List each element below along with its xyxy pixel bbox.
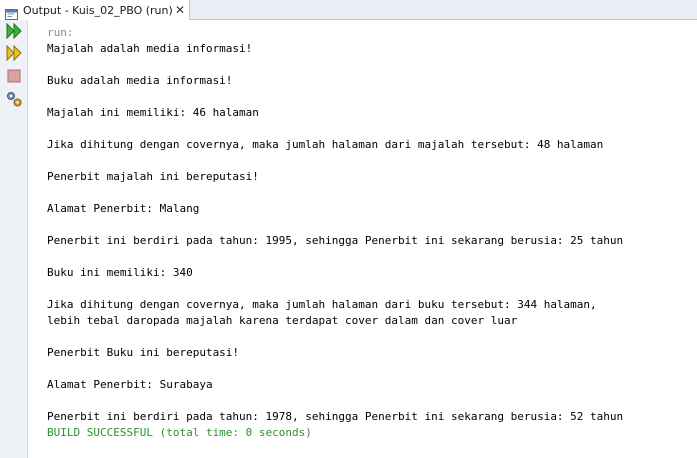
rerun-button[interactable] bbox=[5, 22, 23, 40]
rerun-with-options-button[interactable] bbox=[5, 44, 23, 62]
run-label: run: bbox=[47, 26, 74, 39]
tab-title: Output - Kuis_02_PBO (run) bbox=[23, 3, 173, 17]
console-line: Alamat Penerbit: Surabaya bbox=[47, 378, 213, 391]
stop-button[interactable] bbox=[5, 67, 23, 85]
stop-icon bbox=[5, 67, 23, 85]
settings-button[interactable] bbox=[5, 90, 23, 108]
build-status: BUILD SUCCESSFUL (total time: 0 seconds) bbox=[47, 426, 312, 439]
console-line: Penerbit ini berdiri pada tahun: 1978, s… bbox=[47, 410, 624, 423]
console-text: run: Majalah adalah media informasi! Buku … bbox=[47, 25, 623, 441]
output-window: Output - Kuis_02_PBO (run) ✕ run: Majala… bbox=[0, 0, 697, 458]
console-line: Penerbit majalah ini bereputasi! bbox=[47, 170, 259, 183]
console-line: Buku adalah media informasi! bbox=[47, 74, 233, 87]
console-line: Majalah ini memiliki: 46 halaman bbox=[47, 106, 259, 119]
output-toolbar bbox=[0, 20, 28, 458]
console-line: Buku ini memiliki: 340 bbox=[47, 266, 193, 279]
console-line: Penerbit Buku ini bereputasi! bbox=[47, 346, 240, 359]
rerun-icon bbox=[5, 22, 23, 40]
console-line: Alamat Penerbit: Malang bbox=[47, 202, 200, 215]
console-line: Jika dihitung dengan covernya, maka juml… bbox=[47, 298, 597, 311]
output-window-icon bbox=[5, 5, 18, 20]
console-line: Jika dihitung dengan covernya, maka juml… bbox=[47, 138, 604, 151]
close-icon[interactable]: ✕ bbox=[174, 3, 186, 17]
tab-output[interactable]: Output - Kuis_02_PBO (run) bbox=[0, 0, 190, 20]
console-line: lebih tebal daropada majalah karena terd… bbox=[47, 314, 518, 327]
settings-icon bbox=[5, 90, 23, 108]
console-output[interactable]: run: Majalah adalah media informasi! Buku … bbox=[29, 21, 697, 458]
tab-bar: Output - Kuis_02_PBO (run) ✕ bbox=[0, 0, 697, 20]
console-line: Majalah adalah media informasi! bbox=[47, 42, 253, 55]
rerun-with-options-icon bbox=[5, 44, 23, 62]
console-line: Penerbit ini berdiri pada tahun: 1995, s… bbox=[47, 234, 624, 247]
